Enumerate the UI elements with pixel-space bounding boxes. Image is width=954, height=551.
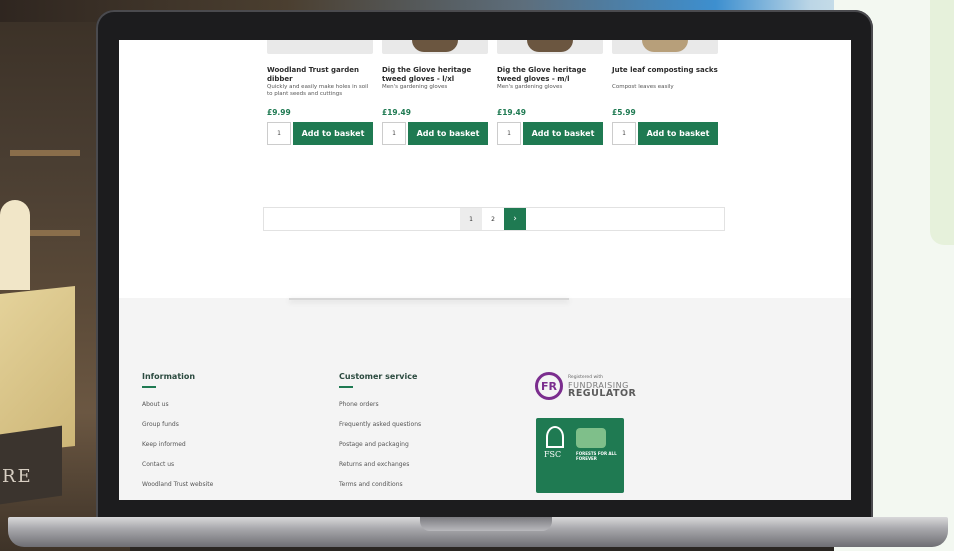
product-price: £9.99: [267, 108, 291, 117]
page-1-button[interactable]: 1: [460, 208, 482, 230]
product-card: Woodland Trust garden dibber Quickly and…: [267, 40, 373, 145]
product-price: £5.99: [612, 108, 636, 117]
heading-underline: [339, 386, 353, 388]
fsc-tree-icon: [546, 426, 564, 448]
fsc-logo[interactable]: FSC FORESTS FOR ALL FOREVER: [536, 418, 624, 493]
product-image[interactable]: [267, 40, 373, 54]
background-plant: [0, 200, 30, 290]
browser-screen: Woodland Trust garden dibber Quickly and…: [119, 40, 851, 500]
background-sign-block: [0, 425, 62, 505]
add-to-basket-button[interactable]: Add to basket: [638, 122, 718, 145]
quantity-input[interactable]: 1: [267, 122, 291, 145]
decorative-green-panel: [930, 0, 954, 245]
background-sign-text: RE: [2, 466, 33, 487]
buy-row: 1 Add to basket: [382, 122, 488, 145]
heading-underline: [142, 386, 156, 388]
footer-information-column: Information About us Group funds Keep in…: [142, 372, 213, 500]
site-footer: Information About us Group funds Keep in…: [119, 298, 851, 500]
product-card: Jute leaf composting sacks Compost leave…: [612, 40, 718, 145]
product-name[interactable]: Woodland Trust garden dibber: [267, 66, 373, 84]
chevron-right-icon[interactable]: ›: [504, 208, 526, 230]
add-to-basket-button[interactable]: Add to basket: [523, 122, 603, 145]
buy-row: 1 Add to basket: [612, 122, 718, 145]
product-image[interactable]: [497, 40, 603, 54]
buy-row: 1 Add to basket: [497, 122, 603, 145]
add-to-basket-button[interactable]: Add to basket: [408, 122, 488, 145]
product-description: Quickly and easily make holes in soil to…: [267, 84, 369, 97]
product-image[interactable]: [382, 40, 488, 54]
footer-link[interactable]: Terms and conditions: [339, 481, 421, 500]
fr-line2: REGULATOR: [568, 388, 637, 399]
footer-divider: [289, 298, 569, 300]
product-description: Compost leaves easily: [612, 84, 674, 90]
footer-link[interactable]: Returns and exchanges: [339, 461, 421, 481]
footer-link[interactable]: Frequently asked questions: [339, 421, 421, 441]
product-description: Men's gardening gloves: [382, 84, 448, 90]
fr-badge: FR: [535, 372, 563, 400]
product-price: £19.49: [497, 108, 526, 117]
fsc-word: FSC: [544, 450, 562, 459]
footer-link[interactable]: Postage and packaging: [339, 441, 421, 461]
product-grid: Woodland Trust garden dibber Quickly and…: [267, 40, 727, 160]
footer-heading: Information: [142, 372, 196, 381]
glove-image: [527, 40, 573, 52]
footer-link[interactable]: Phone orders: [339, 401, 421, 421]
product-name[interactable]: Jute leaf composting sacks: [612, 66, 718, 84]
quantity-input[interactable]: 1: [497, 122, 521, 145]
background-shelf: [10, 150, 80, 156]
page-2-button[interactable]: 2: [482, 208, 504, 230]
add-to-basket-button[interactable]: Add to basket: [293, 122, 373, 145]
product-price: £19.49: [382, 108, 411, 117]
footer-link[interactable]: Keep informed: [142, 441, 213, 461]
footer-link[interactable]: Contact us: [142, 461, 213, 481]
footer-customer-service-column: Customer service Phone orders Frequently…: [339, 372, 421, 500]
fr-wordmark: Registered with FUNDRAISING REGULATOR: [568, 374, 636, 398]
product-image[interactable]: [612, 40, 718, 54]
product-card: Dig the Glove heritage tweed gloves - m/…: [497, 40, 603, 145]
footer-link[interactable]: About us: [142, 401, 213, 421]
quantity-input[interactable]: 1: [612, 122, 636, 145]
product-card: Dig the Glove heritage tweed gloves - l/…: [382, 40, 488, 145]
glove-image: [412, 40, 458, 52]
laptop-notch: [420, 517, 552, 531]
quantity-input[interactable]: 1: [382, 122, 406, 145]
footer-link[interactable]: Woodland Trust website: [142, 481, 213, 500]
sack-image: [642, 40, 688, 52]
footer-heading: Customer service: [339, 372, 418, 381]
footer-link[interactable]: Group funds: [142, 421, 213, 441]
product-description: Men's gardening gloves: [497, 84, 563, 90]
pagination: 1 2 ›: [263, 207, 725, 231]
buy-row: 1 Add to basket: [267, 122, 373, 145]
fsc-tagline: FORESTS FOR ALL FOREVER: [576, 451, 617, 461]
product-name[interactable]: Dig the Glove heritage tweed gloves - l/…: [382, 66, 488, 84]
fundraising-regulator-logo[interactable]: FR Registered with FUNDRAISING REGULATOR: [535, 370, 645, 402]
deer-icon: [576, 428, 606, 448]
product-name[interactable]: Dig the Glove heritage tweed gloves - m/…: [497, 66, 603, 84]
